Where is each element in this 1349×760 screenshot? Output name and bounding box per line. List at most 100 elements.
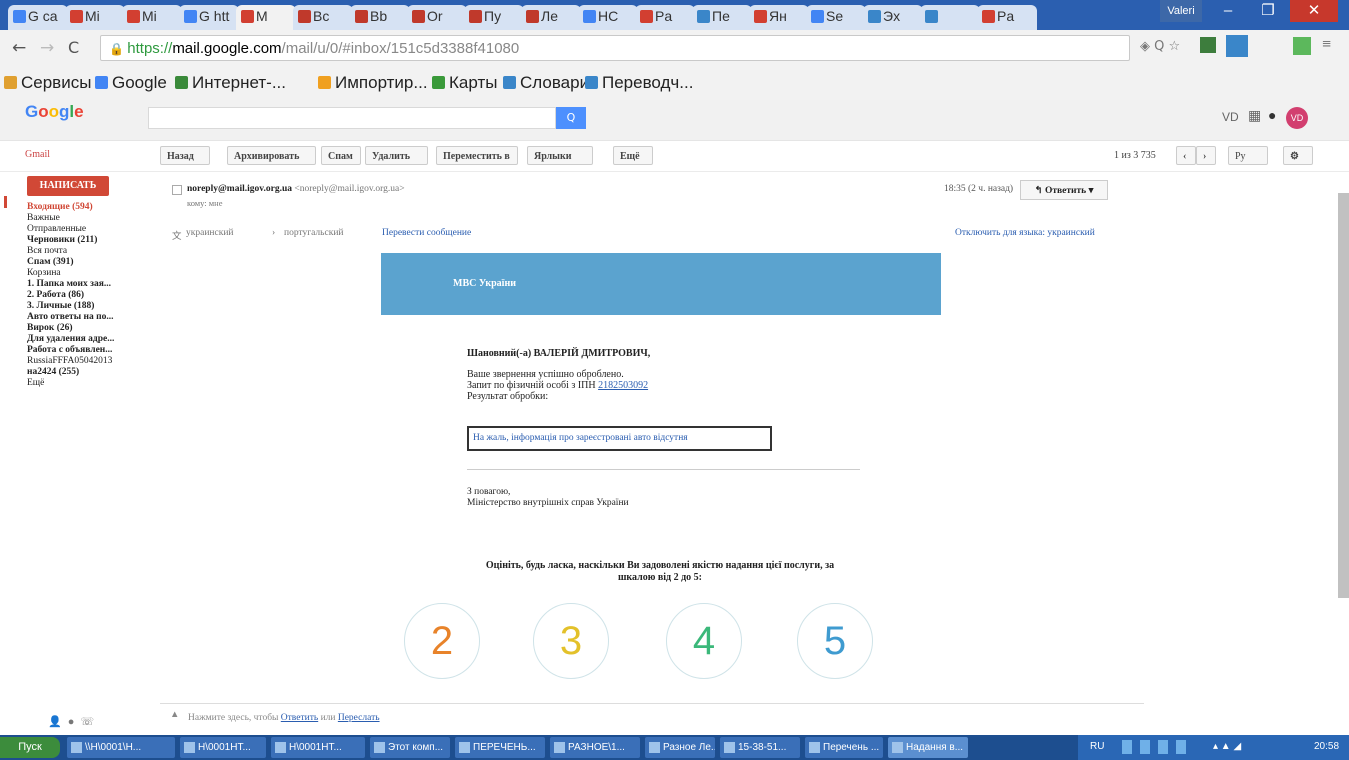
rating-circle-2[interactable]: 2 [404,603,480,679]
bookmark-item[interactable]: Сервисы [4,73,91,93]
bookmark-item[interactable]: Google [95,73,167,93]
browser-tab[interactable]: Mi [65,5,125,30]
bookmark-item[interactable]: Интернет-... [175,73,286,93]
apps-grid-icon[interactable]: ▦ [1248,107,1261,124]
extension-icon[interactable] [1200,37,1216,53]
rating-circle-4[interactable]: 4 [666,603,742,679]
sidebar-item[interactable]: Важные [27,213,157,224]
bookmark-item[interactable]: Импортир... [318,73,428,93]
bookmark-item[interactable]: Карты [432,73,497,93]
browser-tab[interactable]: G ca [8,5,68,30]
close-window-button[interactable]: ✕ [1290,0,1338,22]
taskbar-item[interactable]: H\0001HT... [271,737,365,758]
translate-from-select[interactable]: украинский [186,228,234,238]
rating-circle-5[interactable]: 5 [797,603,873,679]
forward-link[interactable]: Переслать [338,713,380,723]
avatar[interactable]: VD [1286,107,1308,129]
browser-tab[interactable]: Эх [863,5,923,30]
translate-message-link[interactable]: Перевести сообщение [382,228,471,238]
notifications-icon[interactable]: ● [1268,107,1276,123]
google-logo[interactable]: Google [25,102,84,122]
toolbar-button[interactable]: Ярлыки [527,146,593,165]
next-page-button[interactable]: › [1196,146,1216,165]
taskbar-item[interactable]: Перечень ... [805,737,883,758]
browser-tab[interactable]: Pa [977,5,1037,30]
browser-tab[interactable]: Se [806,5,866,30]
sidebar-item[interactable]: Отправленные [27,224,157,235]
browser-tab[interactable]: Mi [122,5,182,30]
browser-tab[interactable] [920,5,980,30]
sidebar-item[interactable]: на2424 (255) [27,367,157,378]
taskbar-item[interactable]: Разное Ле... [645,737,715,758]
sidebar-item[interactable]: Спам (391) [27,257,157,268]
browser-tab[interactable]: Ле [521,5,581,30]
sidebar-item[interactable]: Работа с объявлен... [27,345,157,356]
ipn-link[interactable]: 2182503092 [598,380,648,391]
input-language-button[interactable]: Ру [1228,146,1268,165]
minimize-button[interactable]: – [1210,0,1246,22]
sender[interactable]: noreply@mail.igov.org.ua <noreply@mail.i… [187,184,405,194]
maximize-button[interactable]: ❐ [1250,0,1286,22]
sidebar-item[interactable]: Ещё [27,378,157,389]
rating-circle-3[interactable]: 3 [533,603,609,679]
recipient-line[interactable]: кому: мне [187,198,223,208]
extension-icon[interactable] [1226,35,1248,57]
url-input[interactable]: 🔒 https://mail.google.com/mail/u/0/#inbo… [100,35,1130,61]
sidebar-item[interactable]: 3. Личные (188) [27,301,157,312]
taskbar-item[interactable]: 15-38-51... [720,737,800,758]
sidebar-item[interactable]: Вирок (26) [27,323,157,334]
taskbar-item[interactable]: \\H\0001\H... [67,737,175,758]
gmail-menu-label[interactable]: Gmail [25,149,50,160]
user-short-label[interactable]: VD [1222,110,1239,124]
browser-tab[interactable]: Ян [749,5,809,30]
browser-tab[interactable]: G htt [179,5,239,30]
reply-box[interactable]: ▲ Нажмите здесь, чтобы Ответить или Пере… [160,703,1144,734]
toolbar-button[interactable]: Архивировать [227,146,316,165]
search-input[interactable] [148,107,556,129]
settings-gear-icon[interactable]: ⚙ [1283,146,1313,165]
taskbar-item[interactable]: Этот комп... [370,737,450,758]
sidebar-item[interactable]: Корзина [27,268,157,279]
browser-tab[interactable]: Bc [293,5,353,30]
sidebar-item[interactable]: Входящие (594) [27,202,157,213]
browser-tab[interactable]: Pa [635,5,695,30]
swap-icon[interactable]: › [272,228,275,238]
tray-icons[interactable] [1122,740,1192,754]
toolbar-button[interactable]: Ещё [613,146,653,165]
menu-icon[interactable]: ≡ [1322,36,1331,54]
tray-arrow-icon[interactable]: ▴ ▲ ◢ [1213,741,1241,752]
sidebar-item[interactable]: RussiaFFFA05042013 [27,356,157,367]
toolbar-button[interactable]: Спам [321,146,361,165]
profile-button[interactable]: Valeri [1160,0,1202,22]
sidebar-bottom-icons[interactable]: 👤●☏ [48,715,100,728]
sidebar-item[interactable]: Вся почта [27,246,157,257]
prev-page-button[interactable]: ‹ [1176,146,1196,165]
browser-tab[interactable]: Пе [692,5,752,30]
compose-button[interactable]: НАПИСАТЬ [27,176,109,196]
sidebar-item[interactable]: 1. Папка моих зая... [27,279,157,290]
browser-tab[interactable]: Or [407,5,467,30]
browser-tab[interactable]: Пу [464,5,524,30]
extension-icon[interactable] [1293,37,1311,55]
bookmark-item[interactable]: Словари [503,73,589,93]
browser-tab[interactable]: HC [578,5,638,30]
scrollbar[interactable] [1338,193,1349,598]
sidebar-item[interactable]: 2. Работа (86) [27,290,157,301]
forward-icon[interactable]: → [40,38,54,58]
toolbar-button[interactable]: Удалить [365,146,428,165]
taskbar-item[interactable]: H\0001HT... [180,737,266,758]
taskbar-item[interactable]: РАЗНОЕ\1... [550,737,640,758]
reply-button[interactable]: ↰ Ответить ▾ [1020,180,1108,200]
extension-icons[interactable]: ◈ Q ☆ [1140,39,1180,54]
sidebar-item[interactable]: Черновики (211) [27,235,157,246]
toolbar-button[interactable]: Переместить в [436,146,518,165]
translate-to-select[interactable]: португальский [284,228,344,238]
reply-link[interactable]: Ответить [281,713,318,723]
bookmark-item[interactable]: Переводч... [585,73,693,93]
start-button[interactable]: Пуск [0,737,60,758]
back-icon[interactable]: ← [12,38,26,58]
search-button[interactable]: Q [556,107,586,129]
taskbar-item[interactable]: ПЕРЕЧЕНЬ... [455,737,545,758]
toolbar-button[interactable]: Назад [160,146,210,165]
browser-tab[interactable]: M [236,5,296,30]
